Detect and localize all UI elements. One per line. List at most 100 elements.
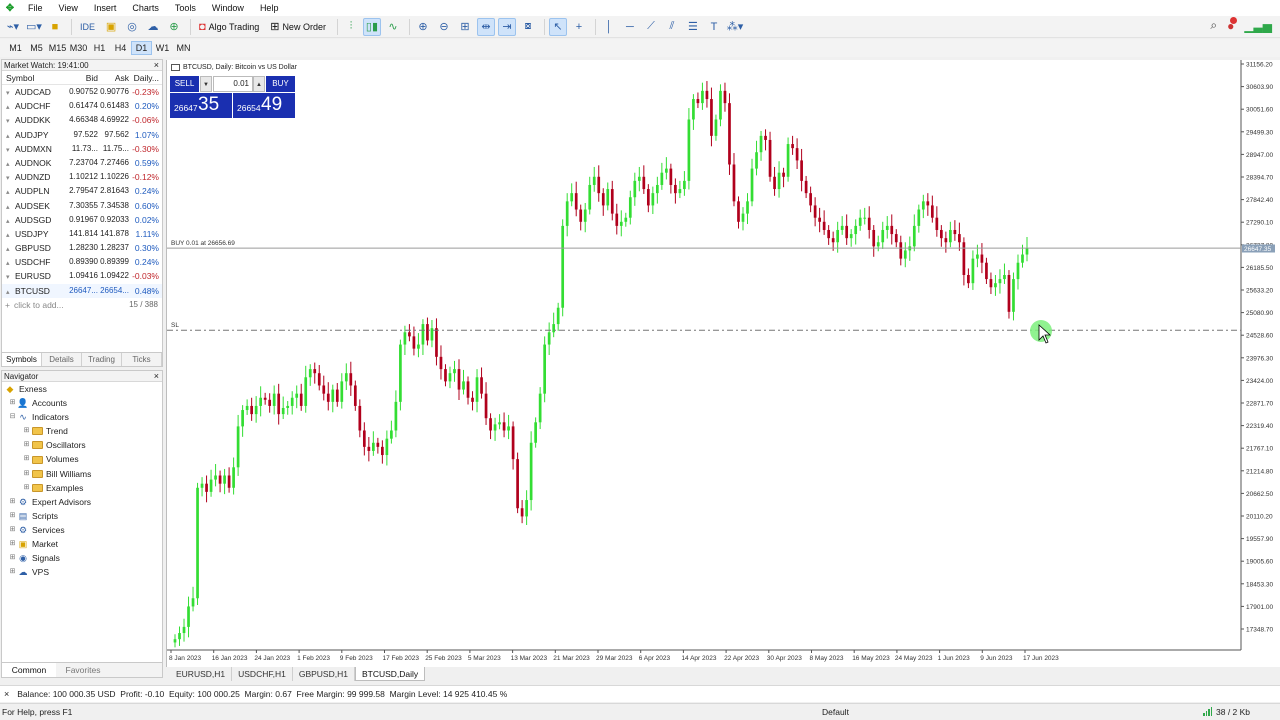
column-header-bid[interactable]: Bid [66, 71, 98, 84]
timeframe-h4[interactable]: H4 [110, 41, 131, 55]
horizontal-line-icon[interactable]: ─ [621, 18, 639, 36]
timeframe-m1[interactable]: M1 [5, 41, 26, 55]
zoom-out-icon[interactable]: ⊖ [435, 18, 453, 36]
new-chart-icon[interactable]: ⌁▾ [4, 18, 22, 36]
menu-charts[interactable]: Charts [124, 0, 167, 16]
market-watch-row[interactable]: ▴ AUDSEK 7.30355 7.34538 0.60% [2, 199, 162, 213]
expand-icon[interactable]: ⊞ [8, 495, 17, 509]
candlestick-chart-icon[interactable]: ▯▮ [362, 17, 381, 36]
lock-icon[interactable]: ▣ [102, 18, 120, 36]
close-icon[interactable]: × [154, 371, 159, 382]
expand-icon[interactable]: ⊞ [22, 452, 31, 466]
market-watch-row[interactable]: ▾ AUDCAD 0.90752 0.90776 -0.23% [2, 85, 162, 99]
signal-strength-icon[interactable]: ▁▃▅ [1244, 19, 1272, 33]
navigator-item[interactable]: ⊞ Examples [2, 481, 162, 495]
menu-file[interactable]: File [20, 0, 51, 16]
lot-size-input[interactable]: 0.01 [213, 76, 253, 92]
market-watch-row[interactable]: ▴ AUDPLN 2.79547 2.81643 0.24% [2, 184, 162, 198]
navigator-item[interactable]: ◆ Exness [2, 382, 162, 396]
navigator-item[interactable]: ⊞ 👤 Accounts [2, 396, 162, 410]
cloud-icon[interactable]: ☁ [144, 18, 162, 36]
navigator-item[interactable]: ⊞ ◉ Signals [2, 551, 162, 565]
column-header-daily-change[interactable]: Daily... [129, 71, 160, 84]
navigator-item[interactable]: ⊞ Bill Williams [2, 467, 162, 481]
tab-favorites[interactable]: Favorites [56, 663, 110, 677]
sell-button[interactable]: SELL [170, 76, 199, 92]
navigator-item[interactable]: ⊞ ☁ VPS [2, 565, 162, 579]
chart-tab-usdchf[interactable]: USDCHF,H1 [232, 667, 293, 681]
auto-scroll-icon[interactable]: ⇹ [476, 17, 495, 36]
status-profile[interactable]: Default [822, 707, 849, 717]
search-icon[interactable]: ⌕ [1210, 18, 1217, 33]
market-watch-row[interactable]: ▴ AUDCHF 0.61474 0.61483 0.20% [2, 99, 162, 113]
expand-icon[interactable]: ⊞ [8, 537, 17, 551]
market-watch-row[interactable]: ▴ AUDSGD 0.91967 0.92033 0.02% [2, 213, 162, 227]
sell-price-button[interactable]: 26647 35 [170, 93, 232, 118]
menu-insert[interactable]: Insert [86, 0, 125, 16]
timeframe-w1[interactable]: W1 [152, 41, 173, 55]
expand-icon[interactable]: ⊞ [22, 481, 31, 495]
grid-icon[interactable]: ⊞ [456, 18, 474, 36]
column-header-symbol[interactable]: Symbol [2, 71, 66, 84]
menu-tools[interactable]: Tools [167, 0, 204, 16]
market-watch-row[interactable]: ▴ USDJPY 141.814 141.878 1.11% [2, 227, 162, 241]
chart-tab-eurusd[interactable]: EURUSD,H1 [170, 667, 233, 681]
new-order-button[interactable]: ⊞ New Order [266, 18, 330, 36]
tab-common[interactable]: Common [2, 663, 56, 677]
tab-trading[interactable]: Trading [82, 353, 122, 366]
navigator-item[interactable]: ⊞ Volumes [2, 452, 162, 466]
zoom-in-icon[interactable]: ⊕ [414, 18, 432, 36]
tab-details[interactable]: Details [42, 353, 82, 366]
expand-icon[interactable]: ⊞ [8, 523, 17, 537]
lot-decrease-icon[interactable]: ▼ [200, 76, 212, 92]
cursor-icon[interactable]: ↖ [548, 17, 567, 36]
column-header-ask[interactable]: Ask [98, 71, 129, 84]
close-icon[interactable]: × [154, 60, 159, 71]
timeframe-m15[interactable]: M15 [47, 41, 68, 55]
ide-button[interactable]: IDE [76, 18, 99, 36]
buy-price-button[interactable]: 26654 49 [233, 93, 295, 118]
expand-icon[interactable]: ⊟ [8, 410, 17, 424]
menu-help[interactable]: Help [252, 0, 287, 16]
expand-icon[interactable]: ⊞ [8, 551, 17, 565]
expand-icon[interactable]: ⊞ [22, 438, 31, 452]
globe-icon[interactable]: ⊕ [165, 18, 183, 36]
vertical-line-icon[interactable]: │ [600, 18, 618, 36]
timeframe-m30[interactable]: M30 [68, 41, 89, 55]
expand-icon[interactable]: ⊞ [8, 509, 17, 523]
algo-trading-button[interactable]: ◘ Algo Trading [195, 18, 263, 36]
navigator-item[interactable]: ⊞ ⚙ Expert Advisors [2, 495, 162, 509]
buy-button[interactable]: BUY [266, 76, 295, 92]
crosshair-icon[interactable]: + [570, 18, 588, 36]
fibonacci-icon[interactable]: ☰ [684, 18, 702, 36]
menu-window[interactable]: Window [204, 0, 252, 16]
market-watch-row[interactable]: ▴ GBPUSD 1.28230 1.28237 0.30% [2, 241, 162, 255]
chart-tab-btcusd[interactable]: BTCUSD,Daily [354, 667, 426, 681]
expand-icon[interactable]: ⊞ [22, 424, 31, 438]
screenshot-icon[interactable]: ⧇ [519, 18, 537, 36]
tab-ticks[interactable]: Ticks [122, 353, 162, 366]
notifications-icon[interactable]: ● [1227, 16, 1238, 33]
templates-icon[interactable]: ▭▾ [25, 18, 43, 36]
profiles-icon[interactable]: ■ [46, 18, 64, 36]
chart-shift-icon[interactable]: ⇥ [497, 17, 516, 36]
navigator-item[interactable]: ⊞ ⚙ Services [2, 523, 162, 537]
navigator-item[interactable]: ⊟ ∿ Indicators [2, 410, 162, 424]
channel-icon[interactable]: ⫽ [663, 18, 681, 36]
lot-increase-icon[interactable]: ▲ [253, 76, 265, 92]
expand-icon[interactable]: ⊞ [8, 396, 17, 410]
market-watch-row[interactable]: ▾ EURUSD 1.09416 1.09422 -0.03% [2, 269, 162, 283]
trendline-icon[interactable]: ⟋ [642, 18, 660, 36]
chart-tab-gbpusd[interactable]: GBPUSD,H1 [293, 667, 355, 681]
add-symbol-row[interactable]: + click to add... 15 / 388 [2, 298, 162, 312]
market-watch-row[interactable]: ▴ BTCUSD 26647... 26654... 0.48% [2, 283, 162, 298]
navigator-item[interactable]: ⊞ ▣ Market [2, 537, 162, 551]
navigator-item[interactable]: ⊞ ▤ Scripts [2, 509, 162, 523]
timeframe-m5[interactable]: M5 [26, 41, 47, 55]
timeframe-h1[interactable]: H1 [89, 41, 110, 55]
broadcast-icon[interactable]: ◎ [123, 18, 141, 36]
market-watch-row[interactable]: ▴ AUDNOK 7.23704 7.27466 0.59% [2, 156, 162, 170]
close-icon[interactable]: × [4, 689, 9, 699]
navigator-item[interactable]: ⊞ Trend [2, 424, 162, 438]
market-watch-row[interactable]: ▾ AUDNZD 1.10212 1.10226 -0.12% [2, 170, 162, 184]
